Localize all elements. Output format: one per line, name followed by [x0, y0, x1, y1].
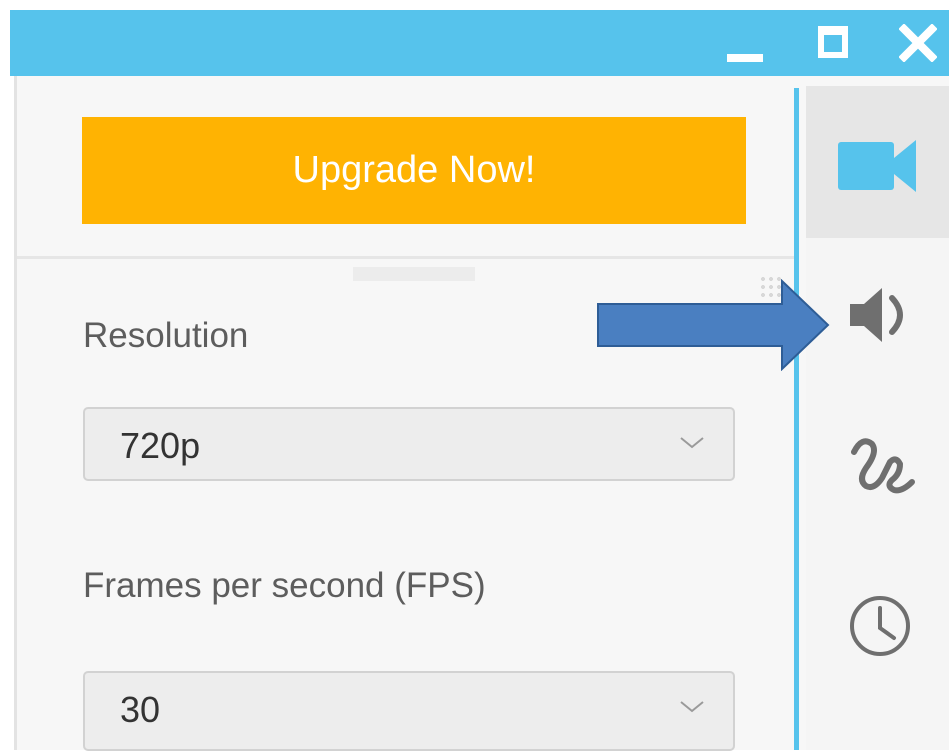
drag-handle[interactable] — [353, 267, 475, 281]
fps-select[interactable]: 30 — [83, 671, 735, 751]
video-camera-icon — [838, 140, 916, 192]
resolution-select[interactable]: 720p — [83, 407, 735, 481]
pointer-arrow-icon — [597, 279, 830, 371]
fps-label: Frames per second (FPS) — [83, 566, 486, 605]
maximize-icon — [818, 26, 848, 58]
minimize-button[interactable] — [715, 10, 775, 76]
sidebar-divider — [794, 88, 799, 750]
sidebar-item-video[interactable] — [806, 86, 949, 238]
section-divider — [17, 256, 798, 259]
resolution-label: Resolution — [83, 316, 249, 355]
fps-value: 30 — [120, 689, 161, 730]
speaker-icon — [850, 288, 903, 342]
chevron-down-icon — [680, 437, 704, 449]
maximize-button[interactable] — [805, 10, 865, 76]
clock-icon — [850, 596, 910, 656]
chevron-down-icon — [680, 701, 704, 713]
minimize-icon — [727, 54, 763, 62]
sidebar-item-history[interactable] — [806, 542, 949, 694]
sidebar — [806, 86, 949, 750]
resolution-value: 720p — [120, 425, 201, 466]
close-button[interactable] — [889, 10, 949, 76]
close-icon — [899, 24, 937, 62]
title-bar — [10, 10, 949, 76]
upgrade-section: Upgrade Now! — [17, 86, 798, 260]
draw-squiggle-icon — [851, 438, 915, 494]
sidebar-item-draw[interactable] — [806, 390, 949, 542]
upgrade-now-button[interactable]: Upgrade Now! — [82, 117, 746, 224]
